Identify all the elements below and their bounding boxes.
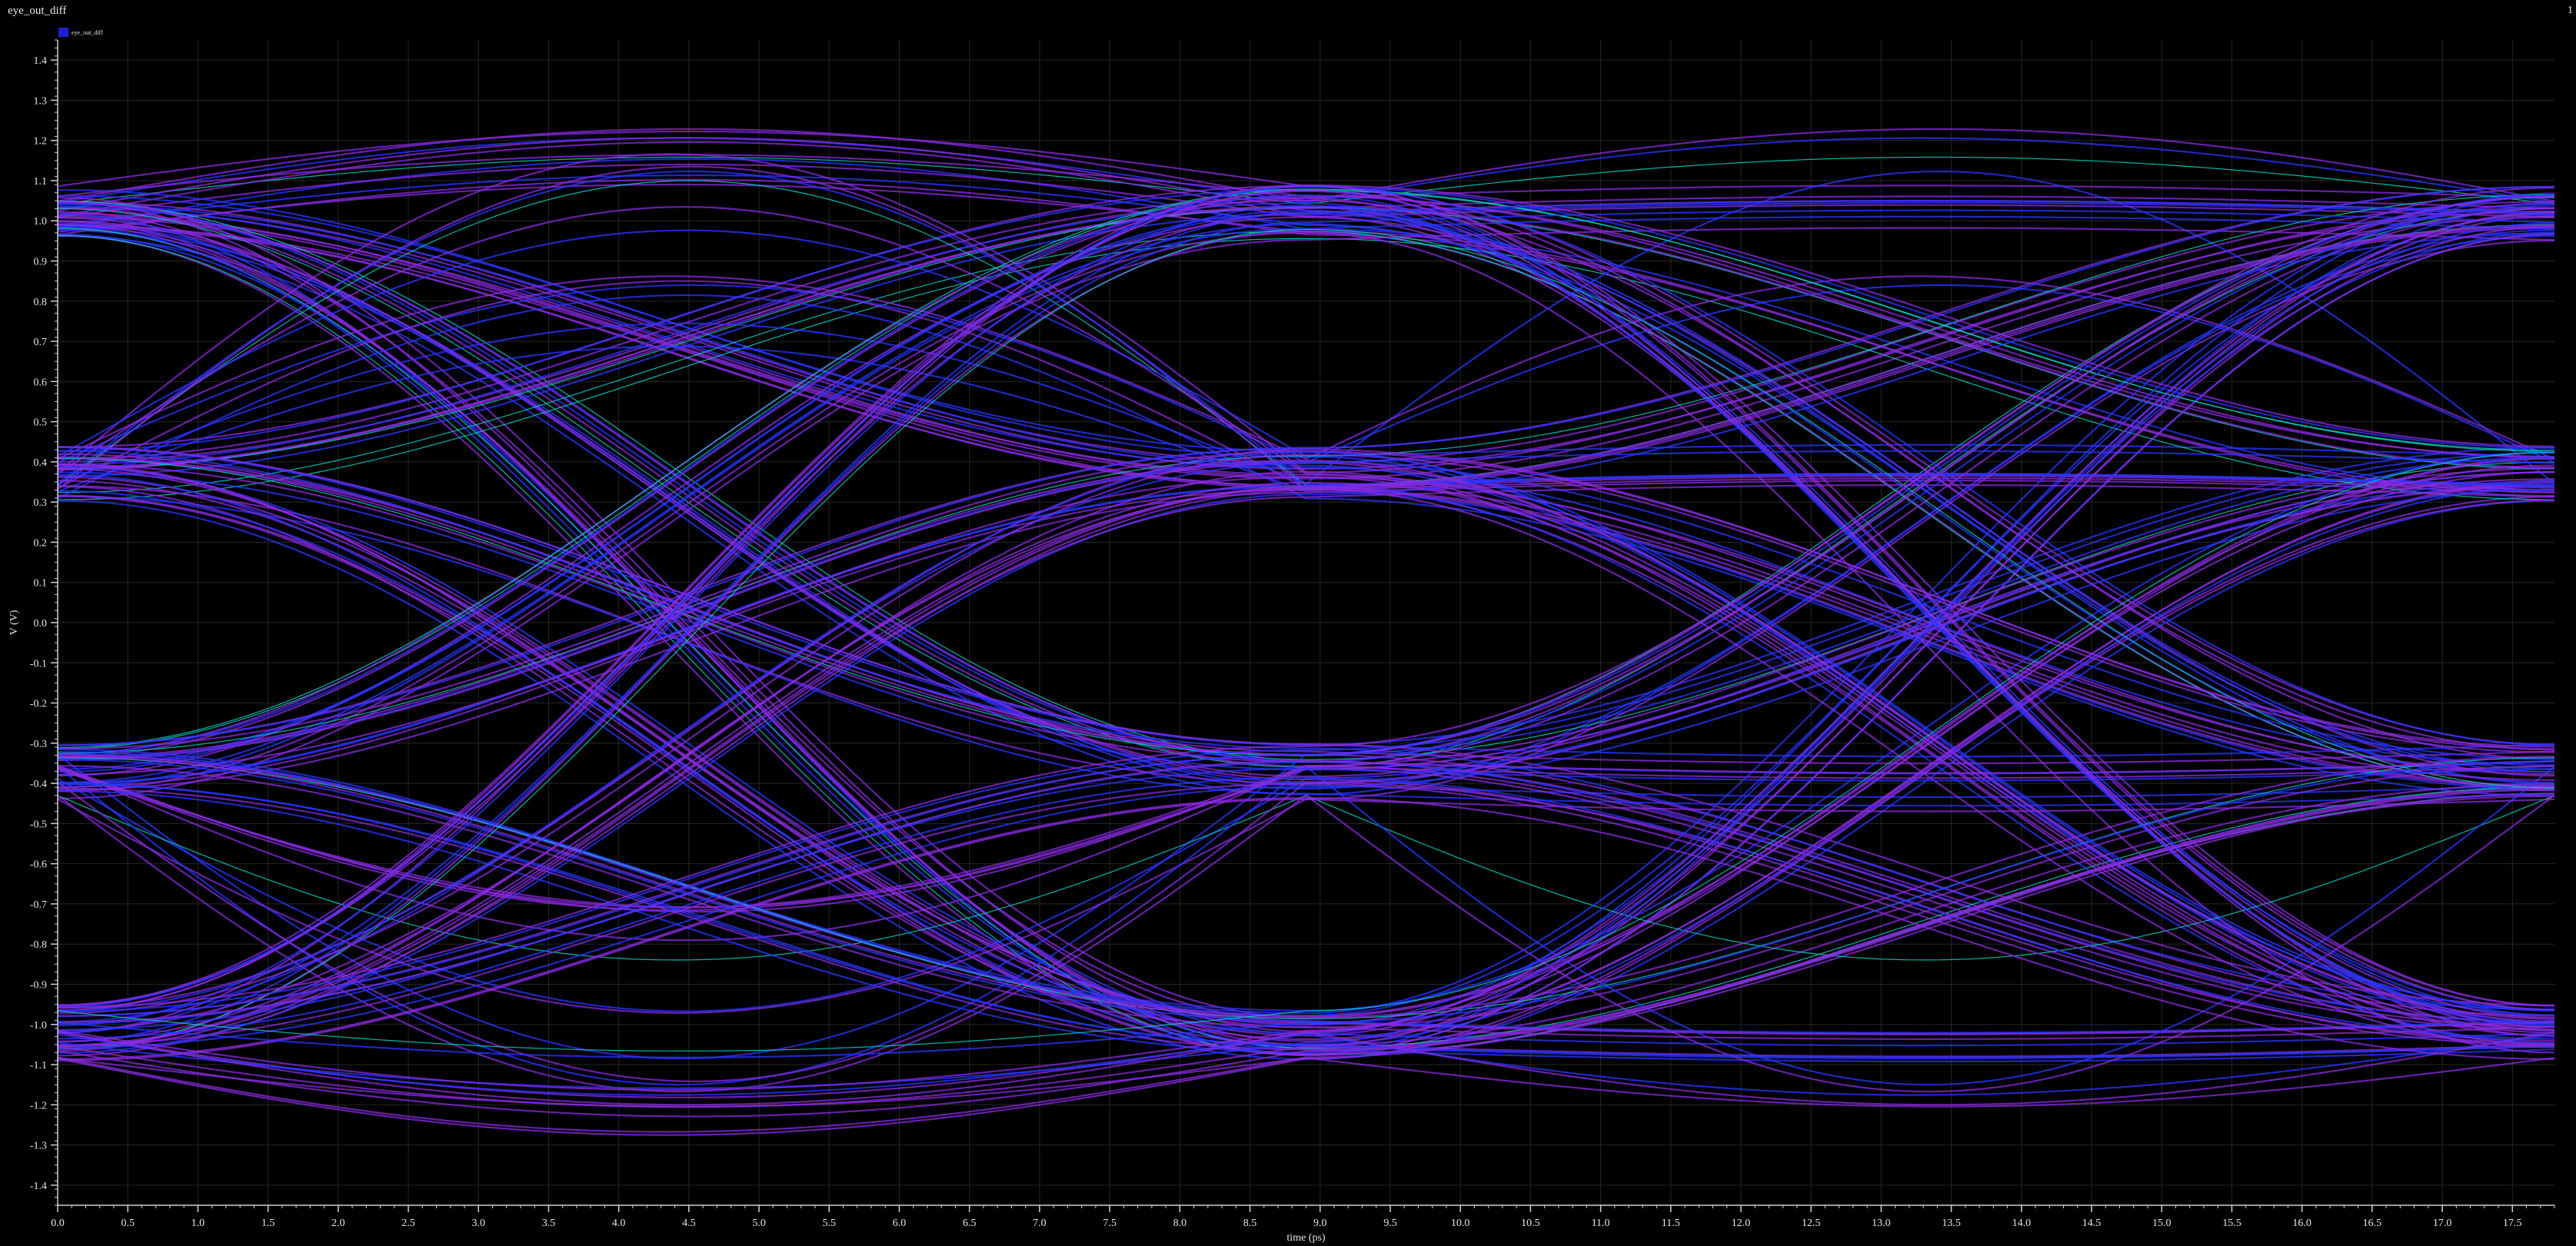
- legend-label: eye_out_diff: [72, 28, 103, 36]
- y-tick-label: -0.2: [30, 699, 47, 710]
- y-tick-label: -1.0: [30, 1020, 47, 1032]
- y-tick-label: -1.2: [30, 1100, 47, 1111]
- eye-trace: [57, 225, 2555, 1108]
- y-tick-label: -0.7: [30, 899, 47, 911]
- y-axis-label: V (V): [8, 610, 20, 635]
- x-tick-label: 15.5: [2222, 1218, 2242, 1229]
- x-tick-label: 3.0: [471, 1218, 485, 1229]
- x-tick-label: 17.0: [2433, 1218, 2452, 1229]
- y-tick-label: 1.0: [34, 216, 48, 228]
- x-tick-label: 6.5: [963, 1218, 977, 1229]
- x-tick-label: 11.0: [1592, 1218, 1610, 1229]
- x-tick-label: 11.5: [1662, 1218, 1680, 1229]
- x-tick-label: 14.0: [2012, 1218, 2032, 1229]
- x-tick-label: 8.5: [1243, 1218, 1257, 1229]
- eye-trace: [57, 205, 2555, 469]
- y-tick-label: -0.8: [30, 939, 47, 951]
- x-tick-label: 15.0: [2152, 1218, 2172, 1229]
- eye-trace: [57, 476, 2555, 1037]
- y-tick-label: 0.1: [34, 578, 48, 590]
- eye-trace: [57, 776, 2555, 1040]
- x-tick-label: 12.0: [1732, 1218, 1751, 1229]
- eye-trace: [57, 195, 2555, 470]
- x-tick-label: 4.0: [612, 1218, 626, 1229]
- x-tick-label: 9.0: [1313, 1218, 1327, 1229]
- x-tick-label: 0.5: [121, 1218, 135, 1229]
- y-tick-label: -0.9: [30, 979, 47, 991]
- x-tick-label: 3.5: [542, 1218, 556, 1229]
- y-tick-label: -0.3: [30, 739, 47, 750]
- y-tick-label: -1.3: [30, 1141, 47, 1152]
- y-tick-label: 1.1: [34, 176, 48, 188]
- y-tick-label: 0.2: [34, 537, 48, 549]
- x-tick-label: 7.0: [1033, 1218, 1047, 1229]
- eye-diagram-chart[interactable]: 0.0 0.5 1.0 1.5 2.0 2.5 3.0 3.5 4.0 4.5 5.0 5.5 6.0 6…: [0, 0, 2576, 1246]
- eye-trace: [57, 485, 2555, 785]
- y-tick-label: 0.4: [34, 457, 48, 469]
- x-tick-label: 5.5: [823, 1218, 837, 1229]
- y-tick-label: 0.7: [34, 337, 48, 348]
- x-tick-label: 5.0: [752, 1218, 766, 1229]
- x-tick-label: 2.5: [401, 1218, 415, 1229]
- y-tick-label: -0.4: [30, 779, 47, 790]
- x-tick-label: 13.5: [1942, 1218, 1961, 1229]
- y-tick-label: -1.1: [30, 1060, 47, 1072]
- y-tick-label: 0.6: [34, 377, 48, 388]
- x-tick-label: 8.0: [1173, 1218, 1187, 1229]
- legend[interactable]: eye_out_diff: [58, 28, 103, 37]
- x-tick-label: 16.0: [2292, 1218, 2311, 1229]
- x-tick-label: 16.5: [2363, 1218, 2382, 1229]
- x-axis-label: time (ps): [1286, 1232, 1325, 1244]
- y-tick-label: -0.5: [30, 819, 47, 830]
- y-tick-label: -0.1: [30, 658, 47, 670]
- x-tick-label: 17.5: [2503, 1218, 2522, 1229]
- y-tick-label: -0.6: [30, 859, 47, 871]
- x-tick-label: 6.0: [893, 1218, 907, 1229]
- y-tick-label: 0.8: [34, 297, 48, 308]
- y-tick-label: 0.3: [34, 497, 48, 509]
- y-tick-label: 1.2: [34, 136, 48, 148]
- y-tick-label: 0.9: [34, 257, 48, 268]
- x-tick-label: 1.0: [191, 1218, 205, 1229]
- x-tick-label: 9.5: [1383, 1218, 1397, 1229]
- legend-swatch: [58, 28, 68, 37]
- x-tick-label: 4.5: [682, 1218, 696, 1229]
- x-tick-label: 13.0: [1872, 1218, 1891, 1229]
- x-tick-label: 2.0: [331, 1218, 345, 1229]
- x-tick-label: 1.5: [261, 1218, 275, 1229]
- x-tick-label: 0.0: [51, 1218, 65, 1229]
- x-tick-label: 7.5: [1103, 1218, 1117, 1229]
- x-tick-label: 10.0: [1451, 1218, 1470, 1229]
- y-tick-label: 1.3: [34, 95, 48, 107]
- x-tick-label: 14.5: [2082, 1218, 2102, 1229]
- eye-trace: [57, 213, 2555, 1035]
- y-tick-label: -1.4: [30, 1181, 47, 1192]
- eye-trace: [57, 280, 2555, 787]
- x-tick-label: 12.5: [1802, 1218, 1821, 1229]
- waveform-viewer: eye_out_diff 1 0.0 0.5 1.0 1.5 2.0 2.5 3.0 3.5 4…: [0, 0, 2576, 1246]
- y-tick-label: 1.4: [34, 55, 48, 67]
- x-tick-label: 10.5: [1521, 1218, 1540, 1229]
- y-tick-label: 0.0: [34, 618, 48, 630]
- y-tick-label: 0.5: [34, 417, 48, 429]
